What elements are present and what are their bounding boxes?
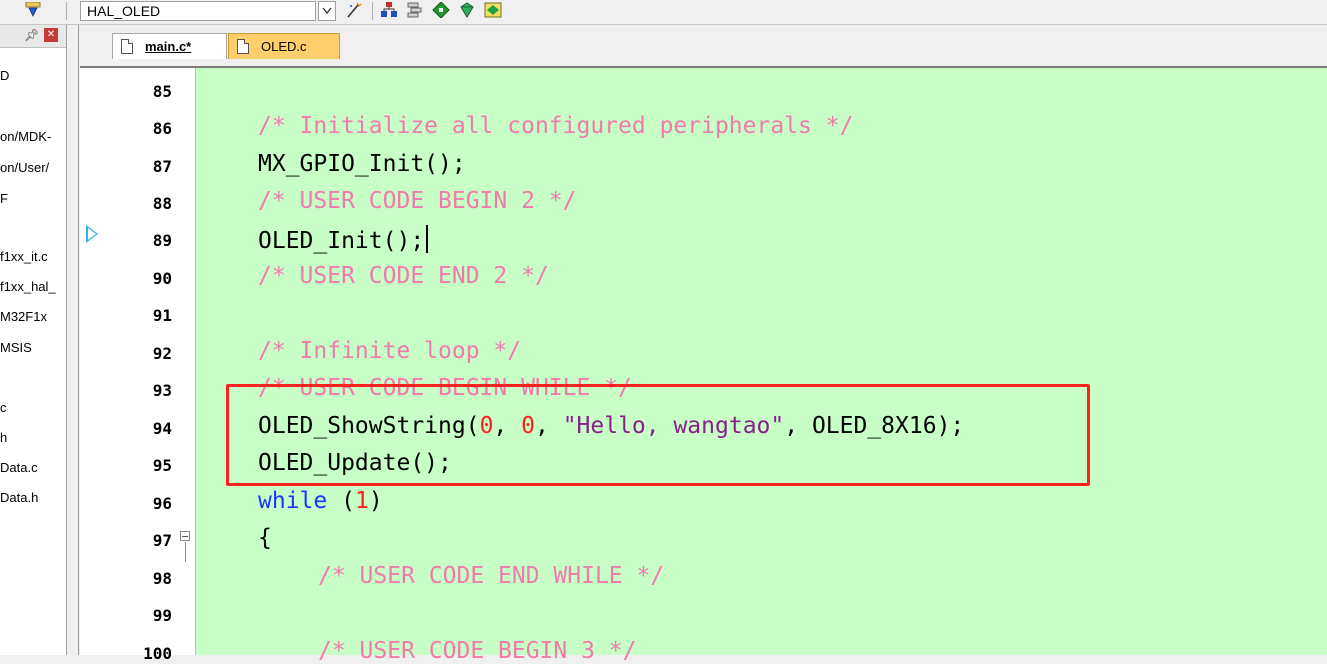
line-number: 98 (152, 569, 172, 588)
close-icon[interactable]: ✕ (44, 28, 58, 42)
highlight-annotation-box (226, 384, 1090, 486)
code-line: MX_GPIO_Init(); (258, 151, 466, 177)
tab-label: OLED.c (261, 39, 307, 54)
code-line: /* Infinite loop */ (258, 338, 522, 364)
line-number: 97 (152, 531, 172, 550)
toolbar: HAL_OLED (0, 0, 1327, 25)
load-download-button[interactable] (22, 0, 44, 20)
line-number: 100 (143, 644, 172, 663)
fold-guide-line (185, 542, 186, 562)
toolbar-separator (372, 2, 373, 20)
tree-item[interactable]: Data.h (0, 490, 38, 505)
code-line: /* USER CODE END WHILE */ (318, 563, 665, 589)
code-line: /* Initialize all configured peripherals… (258, 113, 854, 139)
stacked-pages-icon (407, 2, 422, 18)
project-pane: 📌︎ ✕ D on/MDK- on/User/ F f1xx_it.c f1xx… (0, 25, 67, 655)
toolbar-separator (66, 2, 67, 20)
code-line: while (1) (258, 488, 383, 514)
tree-item[interactable]: D (0, 68, 9, 83)
chip-diamond-icon (484, 2, 502, 18)
pin-icon[interactable]: 📌︎ (24, 28, 39, 42)
tab-main-c[interactable]: main.c* (112, 33, 227, 59)
code-line: /* USER CODE BEGIN 2 */ (258, 188, 577, 214)
tree-item[interactable]: f1xx_hal_ (0, 279, 56, 294)
line-number: 86 (152, 119, 172, 138)
file-icon (237, 39, 249, 54)
pack-installer-button[interactable] (430, 0, 452, 20)
tree-item[interactable]: on/MDK- (0, 129, 51, 144)
code-number: 1 (354, 488, 369, 514)
line-number: 99 (152, 606, 172, 625)
manage-project-items-button[interactable] (378, 0, 400, 20)
line-number: 94 (152, 419, 172, 438)
pane-splitter[interactable] (67, 25, 79, 655)
line-number: 85 (152, 82, 172, 101)
project-items-icon (381, 2, 397, 17)
magic-wand-icon (347, 2, 362, 18)
file-icon (121, 39, 133, 54)
gutter-divider (195, 68, 196, 655)
code-editor[interactable]: 85 86 87 88 89 90 91 92 93 94 95 96 97 9… (80, 68, 1327, 664)
code-punct: ) (368, 488, 383, 514)
editor-tabbar: main.c* OLED.c (80, 25, 1327, 67)
line-number: 96 (152, 494, 172, 513)
software-packs-button[interactable] (482, 0, 504, 20)
chevron-down-icon (322, 7, 332, 15)
gem-icon (460, 2, 474, 18)
current-line-arrow-icon (86, 225, 98, 243)
tree-item[interactable]: F (0, 191, 8, 206)
target-dropdown-button[interactable] (318, 1, 336, 21)
tree-item[interactable]: c (0, 400, 7, 415)
fold-collapse-icon[interactable] (180, 531, 190, 541)
line-number: 89 (152, 231, 172, 250)
tree-item[interactable]: on/User/ (0, 160, 49, 175)
target-options-button[interactable] (343, 0, 365, 20)
line-number: 93 (152, 381, 172, 400)
line-number: 88 (152, 194, 172, 213)
code-line: /* USER CODE BEGIN 3 */ (318, 638, 637, 664)
line-number: 92 (152, 344, 172, 363)
download-icon (25, 2, 41, 17)
tab-label: main.c* (145, 39, 192, 54)
code-punct: ( (327, 488, 355, 514)
line-number: 95 (152, 456, 172, 475)
tree-item[interactable]: M32F1x (0, 309, 47, 324)
line-number: 90 (152, 269, 172, 288)
code-line-current: OLED_Init(); (258, 225, 429, 254)
text-caret (426, 225, 429, 253)
code-text: OLED_Init(); (258, 228, 425, 254)
target-select-value: HAL_OLED (87, 3, 161, 19)
runtime-environment-button[interactable] (456, 0, 478, 20)
tree-item[interactable]: h (0, 430, 7, 445)
code-keyword: while (258, 488, 328, 514)
code-line: { (258, 525, 272, 551)
tree-item[interactable]: f1xx_it.c (0, 249, 48, 264)
tree-item[interactable]: MSIS (0, 340, 32, 355)
line-number: 87 (152, 157, 172, 176)
green-diamond-icon (432, 2, 450, 18)
select-packs-button[interactable] (404, 0, 426, 20)
tab-oled-c[interactable]: OLED.c (228, 33, 340, 59)
line-number: 91 (152, 306, 172, 325)
tree-item[interactable]: Data.c (0, 460, 38, 475)
project-pane-header: 📌︎ ✕ (0, 25, 66, 48)
code-line: /* USER CODE END 2 */ (258, 263, 549, 289)
target-select[interactable]: HAL_OLED (80, 1, 316, 21)
